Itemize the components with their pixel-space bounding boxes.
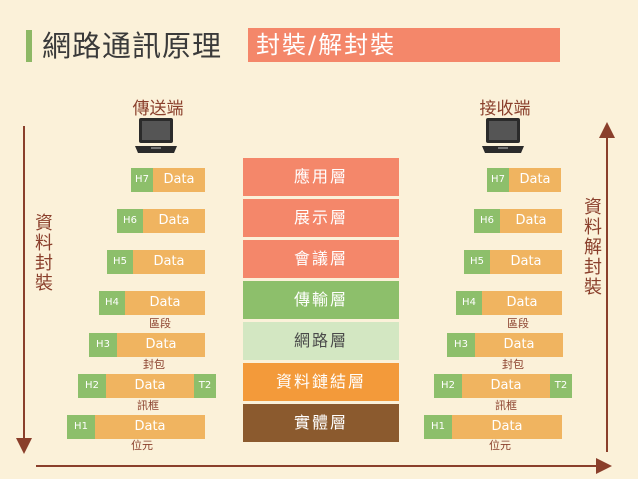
receiver-packet-3: H3 Data: [447, 333, 563, 357]
sender-packet-1: H1 Data: [67, 415, 205, 439]
pdu-segment-label: 區段: [507, 317, 529, 330]
packet-trailer: T2: [550, 374, 572, 398]
pdu-frame-label: 訊框: [137, 399, 159, 412]
packet-trailer: T2: [194, 374, 216, 398]
packet-header: H5: [107, 250, 133, 274]
pdu-segment-label: 區段: [149, 317, 171, 330]
packet-header: H7: [487, 168, 509, 192]
pdu-packet-label: 封包: [143, 358, 165, 371]
sender-packet-5: H5 Data: [107, 250, 205, 274]
layer-transport: 傳輸層: [243, 281, 399, 319]
packet-data: Data: [106, 374, 194, 398]
pdu-frame-label: 訊框: [495, 399, 517, 412]
packet-data: Data: [153, 168, 205, 192]
layer-session: 會議層: [243, 240, 399, 278]
packet-data: Data: [500, 209, 562, 233]
pdu-bit-label: 位元: [131, 439, 153, 452]
layer-application: 應用層: [243, 158, 399, 196]
pdu-bit-label: 位元: [489, 439, 511, 452]
packet-header: H5: [464, 250, 490, 274]
packet-header: H6: [474, 209, 500, 233]
packet-data: Data: [143, 209, 205, 233]
layer-presentation: 展示層: [243, 199, 399, 237]
receiver-packet-5: H5 Data: [464, 250, 562, 274]
packet-data: Data: [475, 333, 563, 357]
receiver-packet-7: H7 Data: [487, 168, 561, 192]
sender-packet-6: H6 Data: [117, 209, 205, 233]
packet-data: Data: [490, 250, 562, 274]
receiver-packet-1: H1 Data: [424, 415, 562, 439]
pdu-packet-label: 封包: [502, 358, 524, 371]
packet-data: Data: [117, 333, 205, 357]
packet-header: H2: [434, 374, 462, 398]
packet-header: H6: [117, 209, 143, 233]
packet-header: H4: [456, 291, 482, 315]
packet-data: Data: [133, 250, 205, 274]
sender-packet-3: H3 Data: [89, 333, 205, 357]
layer-network: 網路層: [243, 322, 399, 360]
packet-data: Data: [452, 415, 562, 439]
receiver-packet-4: H4 Data: [456, 291, 562, 315]
packet-data: Data: [509, 168, 561, 192]
decapsulation-label: 資料解封裝: [584, 197, 602, 298]
sender-packet-7: H7 Data: [131, 168, 205, 192]
packet-data: Data: [95, 415, 205, 439]
packet-data: Data: [125, 291, 205, 315]
layer-physical: 實體層: [243, 404, 399, 442]
packet-header: H3: [447, 333, 475, 357]
packet-header: H7: [131, 168, 153, 192]
packet-header: H4: [99, 291, 125, 315]
packet-header: H1: [424, 415, 452, 439]
sender-packet-4: H4 Data: [99, 291, 205, 315]
encapsulation-label: 資料封裝: [35, 213, 53, 294]
packet-data: Data: [482, 291, 562, 315]
receiver-packet-6: H6 Data: [474, 209, 562, 233]
packet-header: H3: [89, 333, 117, 357]
layer-data-link: 資料鏈結層: [243, 363, 399, 401]
packet-header: H2: [78, 374, 106, 398]
packet-header: H1: [67, 415, 95, 439]
receiver-packet-2: H2 Data T2: [434, 374, 572, 398]
sender-packet-2: H2 Data T2: [78, 374, 216, 398]
packet-data: Data: [462, 374, 550, 398]
